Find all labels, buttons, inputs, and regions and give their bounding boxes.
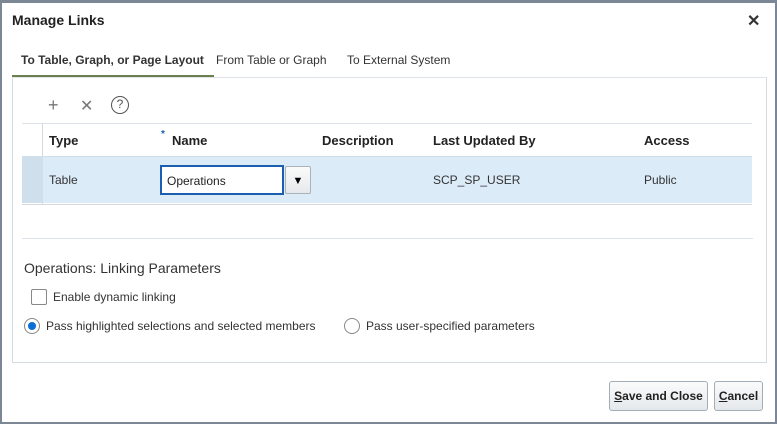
cancel-button[interactable]: Cancel <box>714 381 763 411</box>
tab-to-table-graph-page-layout[interactable]: To Table, Graph, or Page Layout <box>12 53 214 78</box>
row-selector[interactable] <box>22 156 43 203</box>
pass-highlighted-selections-label[interactable]: Pass highlighted selections and selected… <box>46 319 315 333</box>
column-header-type: Type <box>49 133 79 148</box>
help-icon[interactable]: ? <box>111 96 129 114</box>
table-row[interactable] <box>22 156 752 203</box>
divider <box>22 238 753 239</box>
save-label: ave and Close <box>622 389 703 403</box>
manage-links-dialog: Manage Links ✕ To Table, Graph, or Page … <box>0 0 777 424</box>
column-header-access: Access <box>644 133 690 148</box>
name-dropdown-button[interactable]: ▼ <box>285 166 311 194</box>
chevron-down-icon: ▼ <box>292 175 304 187</box>
enable-dynamic-linking-checkbox[interactable] <box>31 289 47 305</box>
required-marker: * <box>161 129 165 140</box>
linking-parameters-title: Operations: Linking Parameters <box>24 260 221 276</box>
pass-highlighted-selections-radio[interactable] <box>24 318 40 334</box>
cell-type: Table <box>49 173 78 187</box>
close-icon[interactable]: ✕ <box>747 11 760 31</box>
pass-user-specified-parameters-label[interactable]: Pass user-specified parameters <box>366 319 535 333</box>
name-input[interactable]: Operations <box>160 165 284 195</box>
pass-user-specified-parameters-radio[interactable] <box>344 318 360 334</box>
tab-from-table-or-graph[interactable]: From Table or Graph <box>216 53 327 78</box>
save-mnemonic: S <box>614 389 623 403</box>
cell-access: Public <box>644 173 677 187</box>
cell-last-updated-by: SCP_SP_USER <box>433 173 521 187</box>
add-icon[interactable]: + <box>48 95 59 116</box>
dialog-title: Manage Links <box>12 12 105 28</box>
column-header-description: Description <box>322 133 394 148</box>
cancel-label: ancel <box>727 389 759 403</box>
tab-to-external-system[interactable]: To External System <box>347 53 450 78</box>
save-and-close-button[interactable]: Save and Close <box>609 381 708 411</box>
column-header-name: Name <box>172 133 208 148</box>
enable-dynamic-linking-label[interactable]: Enable dynamic linking <box>53 290 176 304</box>
column-header-last-updated-by: Last Updated By <box>433 133 536 148</box>
delete-icon[interactable]: ✕ <box>80 96 93 116</box>
